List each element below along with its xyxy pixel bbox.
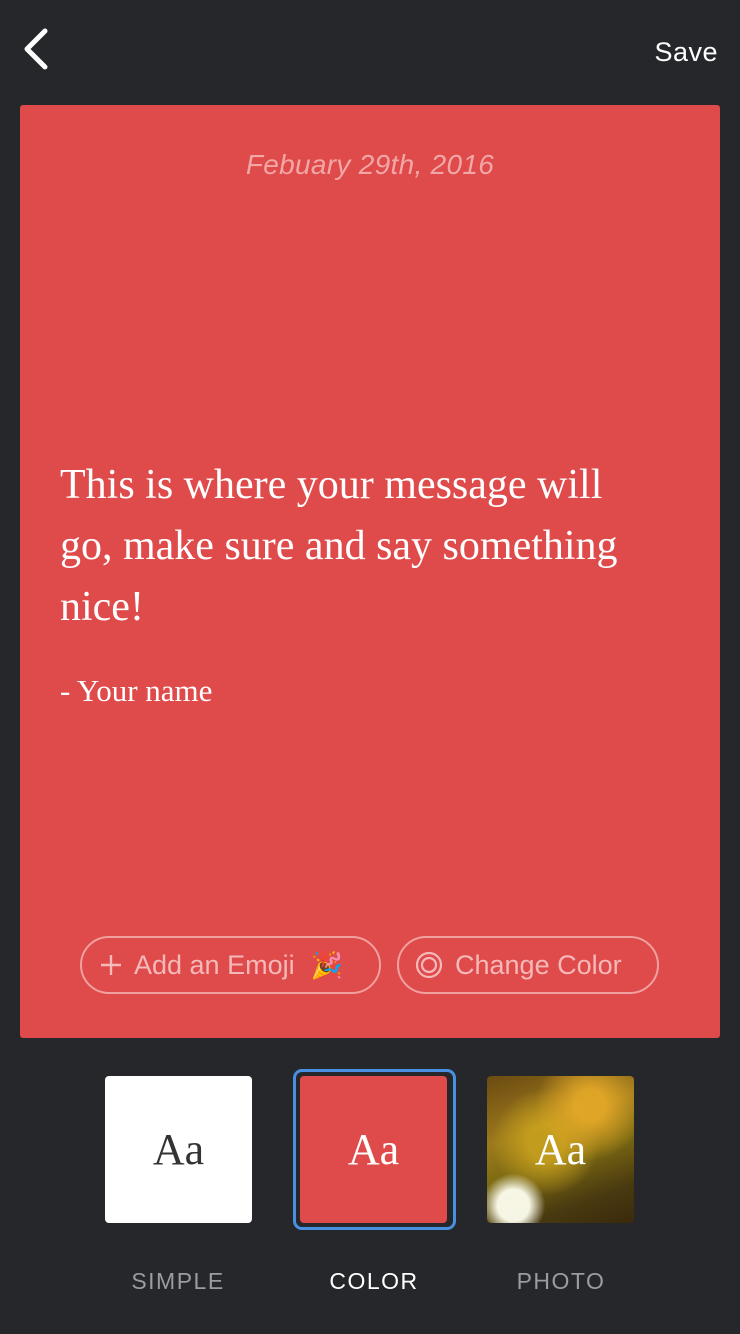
- change-color-button[interactable]: Change Color: [397, 936, 659, 994]
- style-preview-text: Aa: [347, 1125, 400, 1174]
- style-label-color[interactable]: COLOR: [294, 1268, 454, 1295]
- add-emoji-button[interactable]: Add an Emoji 🎉: [80, 936, 381, 994]
- style-label-simple[interactable]: SIMPLE: [98, 1268, 258, 1295]
- add-emoji-label: Add an Emoji: [134, 949, 295, 980]
- save-button[interactable]: Save: [654, 32, 718, 72]
- card-editor-screen: Save Febuary 29th, 2016 This is where yo…: [0, 0, 740, 1334]
- card-preview: Febuary 29th, 2016 This is where your me…: [20, 105, 720, 1038]
- back-button[interactable]: [12, 26, 60, 76]
- plus-icon: [100, 954, 122, 976]
- card-date: Febuary 29th, 2016: [245, 149, 495, 180]
- party-popper-icon: 🎉: [310, 949, 343, 980]
- style-option-simple[interactable]: Aa: [105, 1076, 252, 1223]
- card-signature[interactable]: - Your name: [60, 673, 212, 709]
- color-ring-icon: [415, 951, 443, 979]
- style-preview-text: Aa: [152, 1125, 205, 1174]
- style-label-photo[interactable]: PHOTO: [481, 1268, 641, 1295]
- style-option-photo[interactable]: Aa: [487, 1076, 634, 1223]
- chevron-left-icon: [21, 27, 51, 76]
- style-preview-text: Aa: [534, 1125, 587, 1174]
- change-color-label: Change Color: [455, 949, 622, 980]
- style-option-color[interactable]: Aa: [300, 1076, 447, 1223]
- card-message[interactable]: This is where your message will go, make…: [60, 455, 660, 638]
